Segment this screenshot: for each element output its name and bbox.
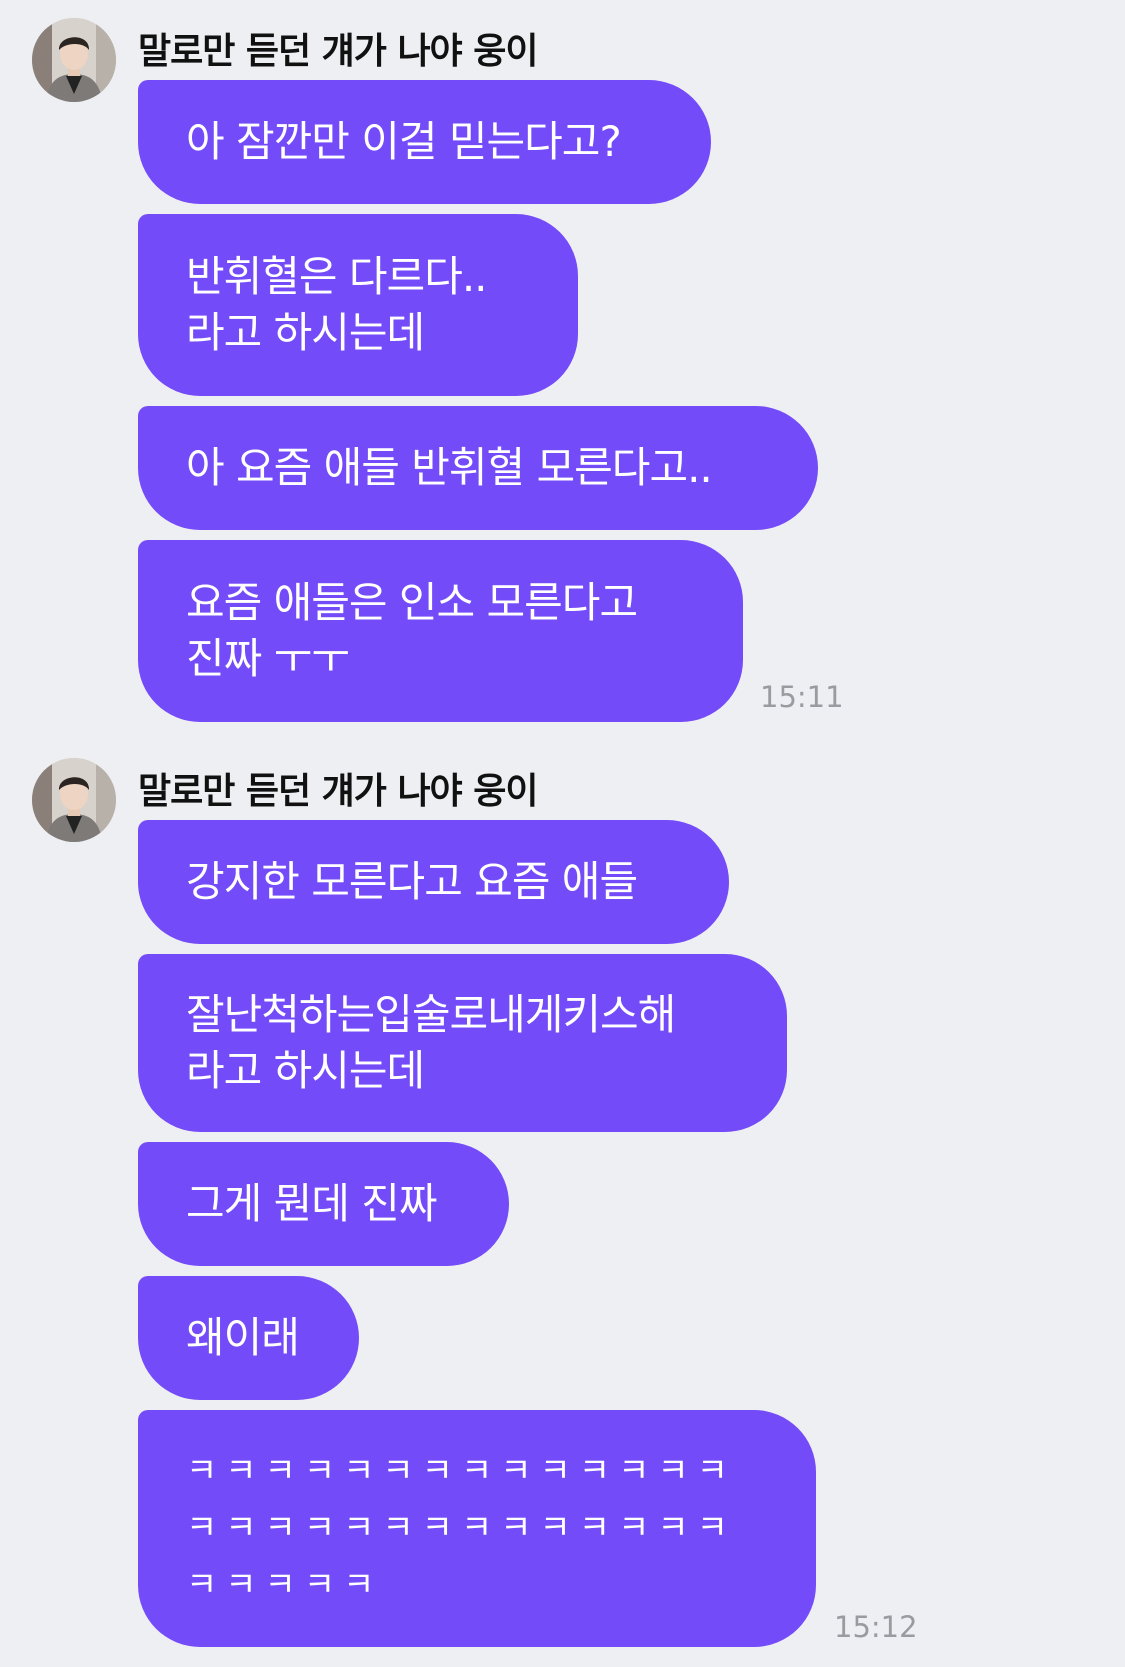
message-bubble[interactable]: 잘난척하는입술로내게키스해 라고 하시는데 <box>138 954 787 1132</box>
message-text: ㅋㅋㅋㅋㅋㅋㅋㅋㅋㅋㅋㅋㅋㅋ <box>186 1451 736 1491</box>
sender-name: 말로만 듣던 걔가 나야 웅이 <box>138 771 538 812</box>
message-text: 라고 하시는데 <box>186 1046 425 1095</box>
message-text: 그게 뭔데 진짜 <box>186 1179 438 1228</box>
message-bubble[interactable]: 왜이래 <box>138 1276 359 1400</box>
avatar-image <box>32 758 116 842</box>
message-bubble[interactable]: 강지한 모른다고 요즘 애들 <box>138 820 729 944</box>
message-text: ㅋㅋㅋㅋㅋ <box>186 1565 383 1605</box>
message-text: 잘난척하는입술로내게키스해 <box>186 990 676 1039</box>
message-text: ㅋㅋㅋㅋㅋㅋㅋㅋㅋㅋㅋㅋㅋㅋ <box>186 1508 736 1548</box>
message-bubble[interactable]: 그게 뭔데 진짜 <box>138 1142 509 1266</box>
message-text: 강지한 모른다고 요즘 애들 <box>186 857 638 906</box>
message-group-2: 말로만 듣던 걔가 나야 웅이 강지한 모른다고 요즘 애들 잘난척하는입술로내… <box>0 0 1125 1667</box>
message-bubble[interactable]: ㅋㅋㅋㅋㅋㅋㅋㅋㅋㅋㅋㅋㅋㅋ ㅋㅋㅋㅋㅋㅋㅋㅋㅋㅋㅋㅋㅋㅋ ㅋㅋㅋㅋㅋ <box>138 1410 816 1647</box>
message-timestamp: 15:12 <box>834 1610 918 1644</box>
message-text: 왜이래 <box>186 1313 300 1362</box>
avatar[interactable] <box>32 758 116 842</box>
